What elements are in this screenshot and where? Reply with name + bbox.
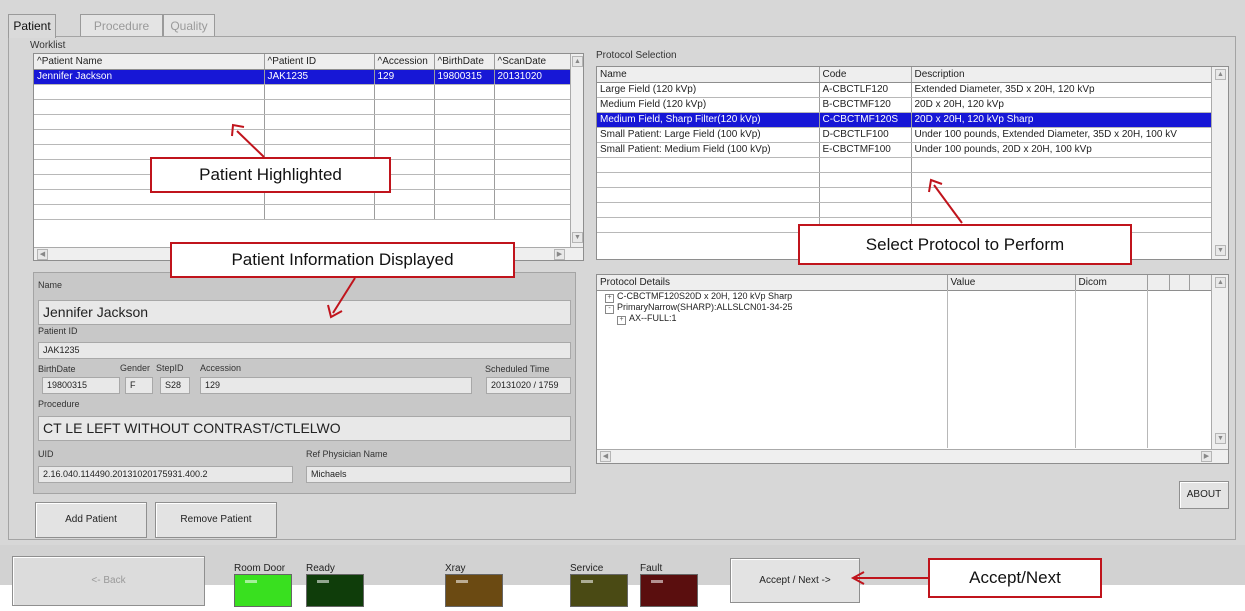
callout-select-protocol: Select Protocol to Perform <box>798 224 1132 265</box>
arrow-head <box>231 123 245 137</box>
arrow-patient-info <box>332 277 356 314</box>
callout-patient-highlighted: Patient Highlighted <box>150 157 391 193</box>
callout-patient-info-displayed: Patient Information Displayed <box>170 242 515 278</box>
arrow-select-protocol <box>933 184 963 224</box>
annotation-arrows <box>231 123 963 585</box>
tab-patient[interactable]: Patient <box>8 14 56 38</box>
arrow-patient-highlighted <box>236 130 265 158</box>
callout-accept-next: Accept/Next <box>928 558 1102 598</box>
